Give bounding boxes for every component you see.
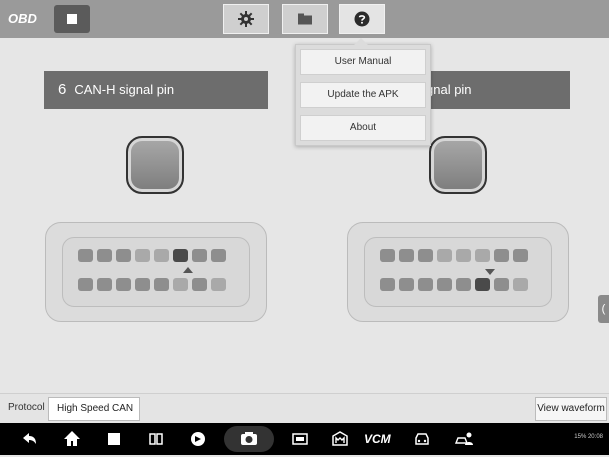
right-obd-connector	[347, 222, 569, 322]
right-test-button[interactable]	[429, 136, 487, 194]
screen-record-icon[interactable]	[290, 429, 310, 449]
selected-pin-marker	[485, 269, 495, 275]
left-obd-connector	[45, 222, 267, 322]
vcm-icon[interactable]: VCM	[364, 429, 394, 449]
left-test-button[interactable]	[126, 136, 184, 194]
camera-button[interactable]	[224, 426, 274, 452]
split-screen-icon[interactable]	[146, 429, 166, 449]
connector-outline	[62, 237, 250, 307]
selected-pin-marker	[183, 267, 193, 273]
gear-icon	[238, 11, 254, 27]
pin-11[interactable]	[418, 278, 433, 291]
top-toolbar: OBD	[0, 0, 609, 38]
help-dropdown-menu: User Manual Update the APK About	[295, 38, 431, 146]
pin-label: CAN-H signal pin	[74, 82, 175, 97]
pin-10[interactable]	[97, 278, 112, 291]
pin-number: 6	[58, 81, 67, 98]
pin-11[interactable]	[116, 278, 131, 291]
connector-top-row	[380, 249, 528, 262]
pin-16[interactable]	[211, 278, 226, 291]
dropdown-caret	[354, 38, 368, 45]
pin-5[interactable]	[456, 249, 471, 262]
folder-button[interactable]	[282, 4, 328, 34]
pin-10[interactable]	[399, 278, 414, 291]
browser-icon[interactable]	[188, 429, 208, 449]
pin-13[interactable]	[154, 278, 169, 291]
pin-14[interactable]	[475, 278, 490, 291]
pin-label-right: gnal pin	[426, 82, 472, 97]
left-pin-banner: 6 CAN-H signal pin	[44, 71, 268, 109]
connector-top-row	[78, 249, 226, 262]
pin-9[interactable]	[78, 278, 93, 291]
help-circle-icon	[354, 11, 370, 27]
menu-item-about[interactable]: About	[300, 115, 426, 141]
recent-apps-icon[interactable]	[104, 429, 124, 449]
protocol-value[interactable]: High Speed CAN	[48, 397, 140, 421]
home-icon[interactable]	[62, 429, 82, 449]
pin-4[interactable]	[135, 249, 150, 262]
menu-item-update-apk[interactable]: Update the APK	[300, 82, 426, 108]
pin-15[interactable]	[192, 278, 207, 291]
pin-14[interactable]	[173, 278, 188, 291]
pin-4[interactable]	[437, 249, 452, 262]
pin-13[interactable]	[456, 278, 471, 291]
pin-2[interactable]	[97, 249, 112, 262]
connector-bottom-row	[380, 278, 528, 291]
system-navbar: VCM 15% 20:08	[0, 423, 609, 455]
pin-5[interactable]	[154, 249, 169, 262]
pin-16[interactable]	[513, 278, 528, 291]
connector-bottom-row	[78, 278, 226, 291]
app-logo: OBD	[8, 11, 37, 26]
pin-3[interactable]	[116, 249, 131, 262]
menu-item-user-manual[interactable]: User Manual	[300, 49, 426, 75]
pin-6[interactable]	[475, 249, 490, 262]
bottom-bar: Protocol High Speed CAN View waveform	[0, 393, 609, 424]
pin-2[interactable]	[399, 249, 414, 262]
pin-12[interactable]	[135, 278, 150, 291]
pin-9[interactable]	[380, 278, 395, 291]
stop-square-icon	[67, 14, 77, 24]
pin-7[interactable]	[192, 249, 207, 262]
pin-3[interactable]	[418, 249, 433, 262]
pin-12[interactable]	[437, 278, 452, 291]
camera-icon	[241, 432, 257, 445]
car-icon[interactable]	[412, 429, 432, 449]
connector-outline	[364, 237, 552, 307]
status-text: 15% 20:08	[574, 434, 603, 440]
pin-1[interactable]	[78, 249, 93, 262]
pin-8[interactable]	[211, 249, 226, 262]
folder-icon	[298, 13, 312, 25]
pin-6[interactable]	[173, 249, 188, 262]
maintenance-icon[interactable]	[330, 429, 350, 449]
protocol-label: Protocol	[8, 402, 45, 413]
pin-8[interactable]	[513, 249, 528, 262]
help-button[interactable]	[339, 4, 385, 34]
stop-button[interactable]	[54, 5, 90, 33]
remote-support-icon[interactable]	[454, 429, 474, 449]
back-icon[interactable]	[20, 429, 40, 449]
settings-button[interactable]	[223, 4, 269, 34]
view-waveform-button[interactable]: View waveform	[535, 397, 607, 421]
pin-15[interactable]	[494, 278, 509, 291]
side-drawer-tab[interactable]: (	[598, 295, 609, 323]
pin-1[interactable]	[380, 249, 395, 262]
right-pin-banner: gnal pin	[426, 71, 570, 109]
pin-7[interactable]	[494, 249, 509, 262]
